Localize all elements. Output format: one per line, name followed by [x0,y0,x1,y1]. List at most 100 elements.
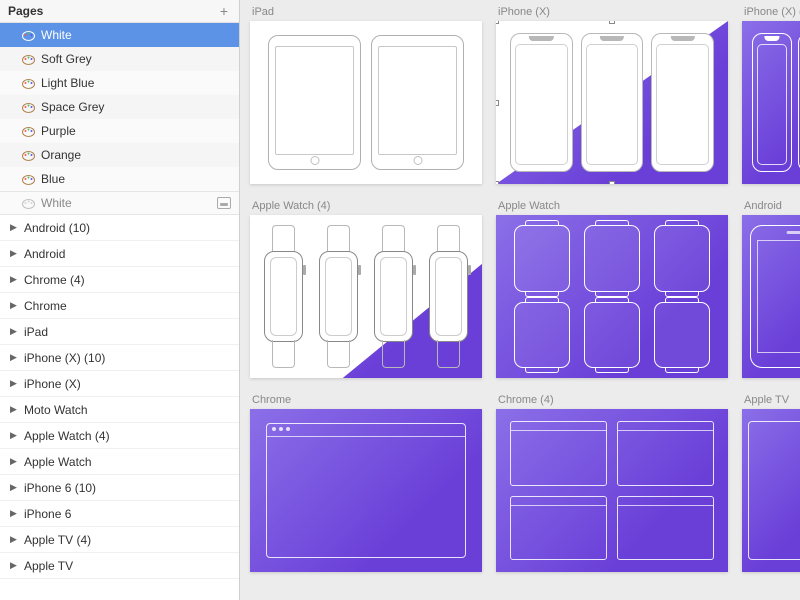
disclosure-icon[interactable]: ▶ [10,248,18,259]
disclosure-icon[interactable]: ▶ [10,300,18,311]
artboard-body[interactable] [250,409,482,572]
section-label: White [41,196,217,210]
ipad-icon [371,35,464,170]
layer-label: Android (10) [24,221,90,235]
page-item-soft-grey[interactable]: Soft Grey [0,47,239,71]
artboard-iphone-x-partial[interactable]: iPhone (X) ( [742,6,800,184]
layer-label: iPhone (X) [24,377,81,391]
artboard-title: iPhone (X) ( [742,6,800,18]
iphonex-icon [651,33,714,172]
artboard-apple-tv[interactable]: Apple TV [742,394,800,572]
artboard-body[interactable] [742,21,800,184]
artboard-title: Apple Watch [496,200,728,212]
pages-title: Pages [8,4,43,18]
disclosure-icon[interactable]: ▶ [10,482,18,493]
layer-item[interactable]: ▶iPad [0,319,239,345]
layer-item[interactable]: ▶iPhone (X) (10) [0,345,239,371]
palette-icon [22,174,35,184]
artboard-iphone-x[interactable]: iPhone (X) [496,6,728,184]
iphonex-icon [752,33,792,172]
page-item-white[interactable]: White [0,23,239,47]
page-label: Soft Grey [41,52,92,66]
ipad-mockups [268,35,464,170]
add-page-icon[interactable]: + [217,4,231,18]
artboard-body[interactable] [250,21,482,184]
layer-label: Apple Watch [24,455,92,469]
artboard-android[interactable]: Android [742,200,800,378]
layers-preview-icon[interactable] [217,197,231,209]
artboard-chrome-4[interactable]: Chrome (4) [496,394,728,572]
page-item-light-blue[interactable]: Light Blue [0,71,239,95]
artboard-body[interactable] [496,409,728,572]
disclosure-icon[interactable]: ▶ [10,378,18,389]
layer-item[interactable]: ▶ iPhone (X) [0,371,239,397]
canvas[interactable]: iPad iPhone (X) [240,0,800,600]
artboard-title: Apple Watch (4) [250,200,482,212]
chrome-window-icon [510,496,607,561]
page-label: Light Blue [41,76,94,90]
layer-item[interactable]: ▶Chrome [0,293,239,319]
layer-label: iPhone 6 [24,507,71,521]
layer-item[interactable]: ▶Apple Watch (4) [0,423,239,449]
watch-icon [258,225,309,368]
palette-icon [22,30,35,40]
page-label: White [41,28,72,42]
watch-grid [514,225,710,368]
artboard-ipad[interactable]: iPad [250,6,482,184]
artboard-body[interactable] [496,21,728,184]
watch-icon [514,302,570,369]
page-label: Purple [41,124,76,138]
layer-item[interactable]: ▶Apple TV (4) [0,527,239,553]
palette-icon [22,126,35,136]
layer-item[interactable]: ▶ Android [0,241,239,267]
artboard-title: Chrome (4) [496,394,728,406]
page-item-blue[interactable]: Blue [0,167,239,191]
artboard-apple-watch[interactable]: Apple Watch [496,200,728,378]
artboard-title: Apple TV [742,394,800,406]
artboard-body[interactable] [250,215,482,378]
layers-section-header[interactable]: White [0,191,239,215]
layer-item[interactable]: ▶ Android (10) [0,215,239,241]
layer-item[interactable]: ▶ Apple Watch [0,449,239,475]
layer-item[interactable]: ▶iPhone 6 (10) [0,475,239,501]
watch-icon [368,225,419,368]
layer-list[interactable]: ▶ Android (10) ▶ Android ▶ Chrome (4) ▶Chro… [0,215,239,600]
artboard-apple-watch-4[interactable]: Apple Watch (4) [250,200,482,378]
disclosure-icon[interactable]: ▶ [10,456,18,467]
chrome-grid [510,421,714,560]
page-label: Orange [41,148,81,162]
layer-label: Chrome (4) [24,273,85,287]
page-item-orange[interactable]: Orange [0,143,239,167]
layer-item[interactable]: ▶Moto Watch [0,397,239,423]
disclosure-icon[interactable]: ▶ [10,508,18,519]
watch-icon [514,225,570,292]
artboard-body[interactable] [742,409,800,572]
appletv-icon [748,421,800,560]
disclosure-icon[interactable]: ▶ [10,560,18,571]
ipad-icon [268,35,361,170]
artboard-body[interactable] [496,215,728,378]
iphone-mockups [510,33,714,172]
disclosure-icon[interactable]: ▶ [10,352,18,363]
watch-icon [654,225,710,292]
watch-icon [313,225,364,368]
disclosure-icon[interactable]: ▶ [10,430,18,441]
disclosure-icon[interactable]: ▶ [10,326,18,337]
disclosure-icon[interactable]: ▶ [10,404,18,415]
layer-item[interactable]: ▶ Chrome (4) [0,267,239,293]
artboard-title: iPad [250,6,482,18]
disclosure-icon[interactable]: ▶ [10,222,18,233]
iphonex-icon [581,33,644,172]
disclosure-icon[interactable]: ▶ [10,534,18,545]
artboard-chrome[interactable]: Chrome [250,394,482,572]
page-item-purple[interactable]: Purple [0,119,239,143]
artboard-body[interactable] [742,215,800,378]
disclosure-icon[interactable]: ▶ [10,274,18,285]
layer-item[interactable]: ▶Apple TV [0,553,239,579]
sidebar: Pages + White Soft Grey Light Blue Space… [0,0,240,600]
layer-item[interactable]: ▶ iPhone 6 [0,501,239,527]
layer-label: Android [24,247,65,261]
chrome-window-icon [617,496,714,561]
page-item-space-grey[interactable]: Space Grey [0,95,239,119]
watch-icon [423,225,474,368]
